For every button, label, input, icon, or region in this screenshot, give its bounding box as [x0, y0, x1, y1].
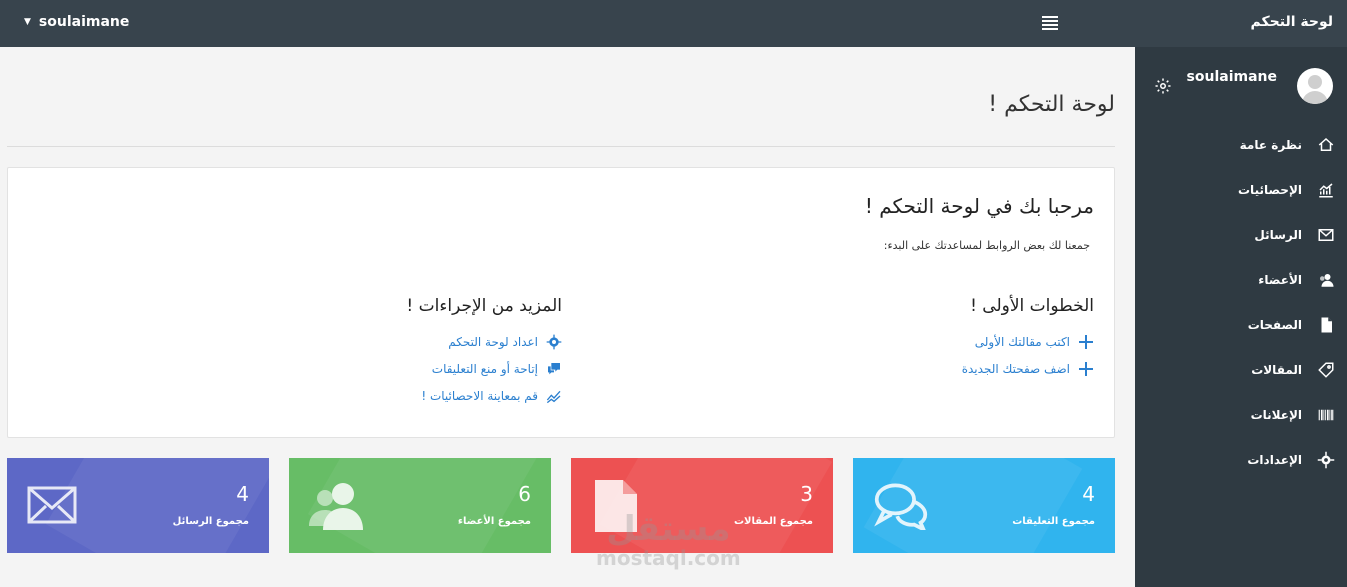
users-icon — [1320, 274, 1334, 287]
welcome-subtitle: جمعنا لك بعض الروابط لمساعدتك على البدء: — [883, 239, 1090, 252]
link-label: اعداد لوحة التحكم — [448, 335, 538, 349]
sidebar-item-members[interactable]: الأعضاء — [1135, 257, 1347, 302]
divider — [7, 146, 1115, 147]
stat-card-comments[interactable]: 4 مجموع التعليقات — [853, 458, 1115, 553]
more-actions-title: المزيد من الإجراءات ! — [406, 296, 562, 316]
link-label: اكتب مقالتك الأولى — [974, 335, 1070, 349]
watermark-latin: mostaql.com — [596, 546, 741, 570]
plus-icon — [1079, 362, 1093, 376]
sidebar-item-label: الرسائل — [1254, 228, 1302, 242]
welcome-panel: مرحبا بك في لوحة التحكم ! جمعنا لك بعض ا… — [7, 167, 1115, 438]
gear-icon — [546, 334, 562, 350]
watermark: مستقل mostaql.com — [596, 512, 741, 570]
sidebar-item-label: الإعلانات — [1250, 408, 1302, 422]
chevron-down-icon: ▼ — [24, 17, 31, 27]
sidebar-item-statistics[interactable]: الإحصائيات — [1135, 167, 1347, 212]
stat-value: 3 — [800, 482, 813, 506]
page-title: لوحة التحكم ! — [988, 92, 1115, 117]
sidebar-item-label: الأعضاء — [1258, 273, 1302, 287]
sidebar-username: soulaimane — [1186, 69, 1277, 85]
sidebar-item-ads[interactable]: الإعلانات — [1135, 392, 1347, 437]
user-menu[interactable]: ▼ soulaimane — [24, 14, 129, 30]
link-label: اضف صفحتك الجديدة — [961, 362, 1070, 376]
barcode-icon — [1318, 409, 1334, 421]
stat-card-messages[interactable]: 4 مجموع الرسائل — [7, 458, 269, 553]
settings-gear-icon[interactable] — [1154, 77, 1172, 95]
trend-icon — [546, 390, 561, 404]
pages-icon — [1321, 317, 1332, 333]
avatar[interactable] — [1297, 68, 1333, 104]
gear-icon — [1317, 451, 1335, 469]
menu-toggle-icon[interactable] — [1042, 16, 1058, 30]
home-icon — [1318, 137, 1334, 151]
comments-icon — [874, 483, 928, 530]
stat-value: 6 — [518, 482, 531, 506]
watermark-arabic: مستقل — [606, 509, 731, 549]
envelope-icon — [1318, 229, 1334, 241]
stat-label: مجموع المقالات — [733, 516, 813, 527]
sidebar-item-pages[interactable]: الصفحات — [1135, 302, 1347, 347]
tag-icon — [1318, 362, 1334, 378]
first-steps-title: الخطوات الأولى ! — [970, 296, 1094, 316]
stat-value: 4 — [236, 482, 249, 506]
chart-icon — [1319, 183, 1333, 198]
sidebar-item-label: الصفحات — [1247, 318, 1302, 332]
toggle-comments-link[interactable]: إتاحة أو منع التعليقات — [432, 361, 562, 377]
sidebar-item-label: نظرة عامة — [1239, 138, 1302, 152]
link-label: قم بمعاينة الاحصائيات ! — [421, 389, 538, 403]
users-icon — [309, 483, 363, 530]
comments-icon — [548, 363, 560, 375]
stat-value: 4 — [1082, 482, 1095, 506]
stat-label: مجموع التعليقات — [1012, 516, 1095, 527]
welcome-heading: مرحبا بك في لوحة التحكم ! — [864, 194, 1094, 218]
top-navbar: لوحة التحكم ▼ soulaimane — [0, 0, 1347, 47]
sidebar-item-label: الإحصائيات — [1238, 183, 1302, 197]
link-label: إتاحة أو منع التعليقات — [431, 362, 538, 376]
add-new-page-link[interactable]: اضف صفحتك الجديدة — [962, 361, 1094, 377]
sidebar-item-label: المقالات — [1251, 363, 1302, 377]
sidebar-item-label: الإعدادات — [1247, 453, 1302, 467]
plus-icon — [1079, 335, 1093, 349]
view-statistics-link[interactable]: قم بمعاينة الاحصائيات ! — [421, 388, 562, 404]
sidebar-item-settings[interactable]: الإعدادات — [1135, 437, 1347, 482]
sidebar: soulaimane نظرة عامة الإحصائيات الرسائل … — [1135, 47, 1347, 587]
write-first-article-link[interactable]: اكتب مقالتك الأولى — [975, 334, 1094, 350]
sidebar-item-articles[interactable]: المقالات — [1135, 347, 1347, 392]
stat-card-members[interactable]: 6 مجموع الأعضاء — [289, 458, 551, 553]
sidebar-item-overview[interactable]: نظرة عامة — [1135, 122, 1347, 167]
sidebar-item-messages[interactable]: الرسائل — [1135, 212, 1347, 257]
envelope-icon — [27, 486, 77, 524]
setup-dashboard-link[interactable]: اعداد لوحة التحكم — [448, 334, 562, 350]
user-menu-name: soulaimane — [38, 14, 130, 30]
stat-label: مجموع الأعضاء — [457, 516, 531, 527]
stat-label: مجموع الرسائل — [172, 516, 249, 527]
brand-title[interactable]: لوحة التحكم — [1251, 14, 1333, 30]
